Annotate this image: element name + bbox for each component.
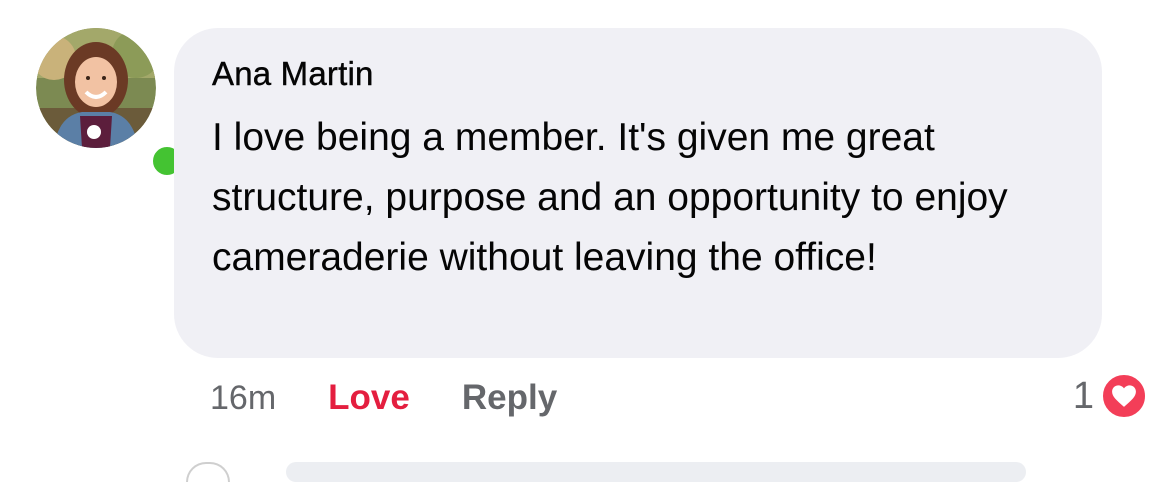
commenter-avatar-container[interactable] xyxy=(36,28,186,180)
next-comment-avatar xyxy=(186,462,230,482)
love-reaction-button[interactable]: Love xyxy=(328,378,410,418)
comment-author-name[interactable]: Ana Martin xyxy=(212,54,1068,94)
comment-timestamp[interactable]: 16m xyxy=(210,379,276,418)
avatar[interactable] xyxy=(36,28,156,148)
reaction-count: 1 xyxy=(1072,374,1094,417)
comment-bubble[interactable]: Ana Martin I love being a member. It's g… xyxy=(174,28,1102,358)
reply-button[interactable]: Reply xyxy=(462,378,557,418)
reaction-summary[interactable]: 1 xyxy=(1073,370,1148,422)
heart-icon xyxy=(1100,372,1148,420)
next-comment-bubble xyxy=(286,462,1026,482)
comment-actions: 16m Love Reply xyxy=(210,376,557,420)
comment-text: I love being a member. It's given me gre… xyxy=(212,116,1008,279)
